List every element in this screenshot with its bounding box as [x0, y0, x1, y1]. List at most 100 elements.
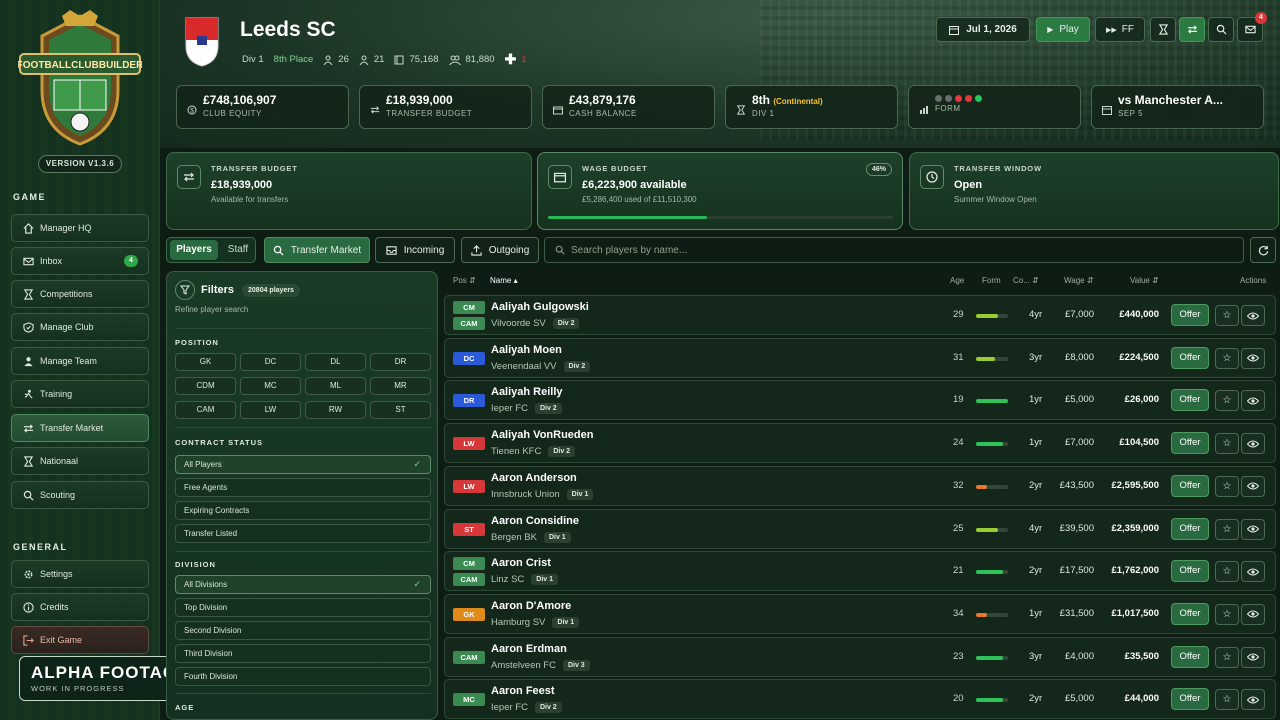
eye-icon[interactable]	[1241, 561, 1265, 583]
player-name[interactable]: Aaron Feest	[491, 685, 555, 697]
offer-button[interactable]: Offer	[1171, 560, 1209, 583]
player-search-input[interactable]: Search players by name...	[544, 237, 1244, 263]
player-name[interactable]: Aaron Considine	[491, 515, 579, 527]
offer-button[interactable]: Offer	[1171, 602, 1209, 625]
sidebar-item-competitions[interactable]: Competitions	[11, 280, 149, 308]
player-name[interactable]: Aaron Erdman	[491, 643, 567, 655]
offer-button[interactable]: Offer	[1171, 517, 1209, 540]
table-row[interactable]: CAM Aaron Erdman Amstelveen FC Div 3 23 3yr £4…	[444, 636, 1276, 677]
sidebar-item-scouting[interactable]: Scouting	[11, 481, 149, 509]
offer-button[interactable]: Offer	[1171, 688, 1209, 711]
table-row[interactable]: MC Aaron Feest Ieper FC Div 2 20 2yr £5,000 £44…	[444, 679, 1276, 720]
trophy-button[interactable]	[1150, 17, 1176, 42]
division-option[interactable]: Second Division	[175, 621, 431, 640]
sidebar-item-transfer-market[interactable]: Transfer Market	[11, 414, 149, 442]
col-pos[interactable]: Pos ⇵	[453, 276, 476, 285]
table-row[interactable]: ST Aaron Considine Bergen BK Div 1 25 4yr £39,…	[444, 508, 1276, 549]
eye-icon[interactable]	[1241, 475, 1265, 497]
date-button[interactable]: Jul 1, 2026	[936, 17, 1030, 42]
position-filter-st[interactable]: ST	[370, 401, 431, 419]
sidebar-item-manage-team[interactable]: Manage Team	[11, 347, 149, 375]
sidebar-item-manage-club[interactable]: Manage Club	[11, 313, 149, 341]
player-name[interactable]: Aaron Crist	[491, 557, 551, 569]
table-row[interactable]: LW Aaron Anderson Innsbruck Union Div 1 32 2y…	[444, 465, 1276, 506]
position-filter-cdm[interactable]: CDM	[175, 377, 236, 395]
eye-icon[interactable]	[1241, 433, 1265, 455]
search-button[interactable]	[1208, 17, 1234, 42]
offer-button[interactable]: Offer	[1171, 304, 1209, 326]
contract-option[interactable]: Transfer Listed	[175, 524, 431, 543]
contract-option[interactable]: All Players	[175, 455, 431, 474]
tab-staff[interactable]: Staff	[223, 240, 253, 260]
position-filter-dr[interactable]: DR	[370, 353, 431, 371]
player-name[interactable]: Aaliyah Reilly	[491, 386, 563, 398]
player-name[interactable]: Aaron Anderson	[491, 472, 577, 484]
eye-icon[interactable]	[1241, 518, 1265, 540]
offer-button[interactable]: Offer	[1171, 346, 1209, 369]
star-icon[interactable]: ☆	[1215, 305, 1239, 326]
star-icon[interactable]: ☆	[1215, 646, 1239, 668]
table-row[interactable]: DC Aaliyah Moen Veenendaal VV Div 2 31 3yr £8,…	[444, 337, 1276, 378]
col-contract[interactable]: Co... ⇵	[1013, 276, 1039, 285]
offer-button[interactable]: Offer	[1171, 645, 1209, 668]
offer-button[interactable]: Offer	[1171, 474, 1209, 497]
contract-option[interactable]: Free Agents	[175, 478, 431, 497]
eye-icon[interactable]	[1241, 305, 1265, 326]
player-name[interactable]: Aaron D'Amore	[491, 600, 571, 612]
position-filter-mc[interactable]: MC	[240, 377, 301, 395]
col-wage[interactable]: Wage ⇵	[1064, 276, 1094, 285]
offer-button[interactable]: Offer	[1171, 389, 1209, 412]
play-button[interactable]: ▶ Play	[1036, 17, 1090, 42]
contract-option[interactable]: Expiring Contracts	[175, 501, 431, 520]
position-filter-dc[interactable]: DC	[240, 353, 301, 371]
position-filter-gk[interactable]: GK	[175, 353, 236, 371]
sidebar-item-inbox[interactable]: Inbox 4	[11, 247, 149, 275]
eye-icon[interactable]	[1241, 390, 1265, 412]
star-icon[interactable]: ☆	[1215, 518, 1239, 540]
sidebar-item-nationaal[interactable]: Nationaal	[11, 447, 149, 475]
star-icon[interactable]: ☆	[1215, 475, 1239, 497]
tab-players[interactable]: Players	[170, 240, 218, 260]
position-filter-rw[interactable]: RW	[305, 401, 366, 419]
star-icon[interactable]: ☆	[1215, 390, 1239, 412]
division-option[interactable]: Fourth Division	[175, 667, 431, 686]
offer-button[interactable]: Offer	[1171, 432, 1209, 455]
refresh-button[interactable]	[1250, 237, 1276, 263]
sidebar-item-manager-hq[interactable]: Manager HQ	[11, 214, 149, 242]
division-option[interactable]: Top Division	[175, 598, 431, 617]
division-option[interactable]: All Divisions	[175, 575, 431, 594]
table-row[interactable]: LW Aaliyah VonRueden Tienen KFC Div 2 24 1yr £…	[444, 423, 1276, 464]
sidebar-item-credits[interactable]: Credits	[11, 593, 149, 621]
position-filter-lw[interactable]: LW	[240, 401, 301, 419]
col-age[interactable]: Age	[950, 276, 964, 285]
table-row[interactable]: DR Aaliyah Reilly Ieper FC Div 2 19 1yr £5,000…	[444, 380, 1276, 421]
tab-transfer-market[interactable]: Transfer Market	[264, 237, 370, 263]
sidebar-item-training[interactable]: Training	[11, 380, 149, 408]
col-form[interactable]: Form	[982, 276, 1001, 285]
transfer-button[interactable]	[1179, 17, 1205, 42]
star-icon[interactable]: ☆	[1215, 561, 1239, 583]
fast-forward-button[interactable]: ▶▶ FF	[1095, 17, 1145, 42]
player-name[interactable]: Aaliyah Moen	[491, 344, 562, 356]
sidebar-item-exit-game[interactable]: Exit Game	[11, 626, 149, 654]
player-name[interactable]: Aaliyah VonRueden	[491, 429, 593, 441]
table-row[interactable]: GK Aaron D'Amore Hamburg SV Div 1 34 1yr £31,5…	[444, 593, 1276, 634]
position-filter-dl[interactable]: DL	[305, 353, 366, 371]
star-icon[interactable]: ☆	[1215, 433, 1239, 455]
col-name[interactable]: Name ▴	[490, 276, 518, 285]
tab-incoming[interactable]: Incoming	[375, 237, 455, 263]
player-name[interactable]: Aaliyah Gulgowski	[491, 301, 589, 313]
star-icon[interactable]: ☆	[1215, 689, 1239, 711]
mail-button[interactable]: 4	[1237, 12, 1267, 42]
position-filter-cam[interactable]: CAM	[175, 401, 236, 419]
star-icon[interactable]: ☆	[1215, 347, 1239, 369]
position-filter-mr[interactable]: MR	[370, 377, 431, 395]
eye-icon[interactable]	[1241, 689, 1265, 711]
table-row[interactable]: CM CAM Aaron Crist Linz SC Div 1 21 2yr £17,500…	[444, 551, 1276, 592]
eye-icon[interactable]	[1241, 646, 1265, 668]
division-option[interactable]: Third Division	[175, 644, 431, 663]
sidebar-item-settings[interactable]: Settings	[11, 560, 149, 588]
col-value[interactable]: Value ⇵	[1130, 276, 1159, 285]
tab-outgoing[interactable]: Outgoing	[461, 237, 539, 263]
table-row[interactable]: CM CAM Aaliyah Gulgowski Vilvoorde SV Div 2 2…	[444, 295, 1276, 335]
